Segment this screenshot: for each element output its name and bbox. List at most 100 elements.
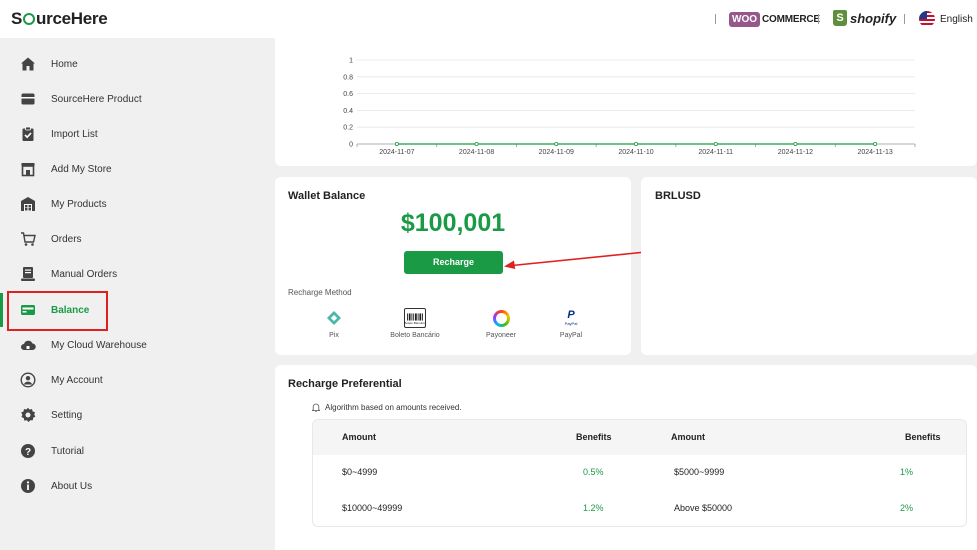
us-flag-icon xyxy=(919,11,935,27)
balance-highlight-box xyxy=(7,291,108,331)
table-cell: $5000~9999 xyxy=(674,467,725,477)
sidebar-item-manual-orders[interactable]: Manual Orders xyxy=(0,257,275,291)
table-cell: 2% xyxy=(900,503,914,513)
bell-icon xyxy=(312,403,320,412)
x-tick-label: 2024-11-12 xyxy=(778,149,813,156)
barcode-icon: Boleto Bancário xyxy=(404,308,426,328)
pix-icon xyxy=(324,308,344,328)
shopify-link[interactable]: S shopify xyxy=(833,10,896,26)
home-icon xyxy=(20,56,36,72)
x-tick-label: 2024-11-11 xyxy=(698,149,733,156)
cloud-icon xyxy=(20,337,36,353)
y-tick-label: 0 xyxy=(349,142,353,149)
header-divider xyxy=(715,14,716,24)
column-header: Amount xyxy=(342,432,376,442)
table-cell: $10000~49999 xyxy=(342,503,403,513)
balance-chart-card: 0 0.2 0.4 0.6 0.8 1 2024-11-07 2024-11-08 2024-1… xyxy=(275,38,977,166)
sidebar-item-setting[interactable]: Setting xyxy=(0,398,275,432)
y-tick-label: 0.2 xyxy=(343,125,353,132)
column-header: Benefits xyxy=(576,432,612,442)
brlusd-title: BRLUSD xyxy=(655,190,701,202)
recharge-button[interactable]: Recharge xyxy=(404,251,503,274)
boleto-icon-caption: Boleto Bancário xyxy=(404,321,426,325)
language-label: English xyxy=(940,13,973,25)
table-cell: 1% xyxy=(900,467,914,477)
recharge-preferential-table: Amount Benefits Amount Benefits $0~4999 … xyxy=(312,419,967,527)
paypal-icon: P PayPal xyxy=(561,308,581,328)
top-header: SurceHere WOO COMMERCE S shopify English… xyxy=(0,0,977,38)
sidebar-item-add-my-store[interactable]: Add My Store xyxy=(0,152,275,186)
x-tick-label: 2024-11-10 xyxy=(618,149,653,156)
paypal-icon-caption: PayPal xyxy=(564,321,578,326)
annotation-arrow-icon xyxy=(504,251,647,269)
brlusd-card: BRLUSD xyxy=(641,177,977,355)
y-tick-label: 1 xyxy=(349,58,353,65)
shopify-logo-text: shopify xyxy=(850,10,897,26)
data-point xyxy=(633,142,638,147)
active-indicator xyxy=(0,293,3,327)
data-point xyxy=(793,142,798,147)
svg-text:?: ? xyxy=(25,447,31,458)
sidebar-item-my-cloud-warehouse[interactable]: My Cloud Warehouse xyxy=(0,328,275,362)
data-point xyxy=(713,142,718,147)
column-header: Amount xyxy=(671,432,705,442)
header-divider xyxy=(818,14,819,24)
x-tick-label: 2024-11-13 xyxy=(857,149,892,156)
recharge-preferential-title: Recharge Preferential xyxy=(288,378,402,390)
data-point xyxy=(394,142,399,147)
recharge-method-label: Recharge Method xyxy=(288,288,352,297)
shopify-bag-icon: S xyxy=(833,10,847,26)
x-tick-label: 2024-11-09 xyxy=(539,149,574,156)
x-tick-label: 2024-11-07 xyxy=(379,149,414,156)
sidebar-item-my-products[interactable]: My Products xyxy=(0,187,275,221)
header-divider xyxy=(904,14,905,24)
x-tick-label: 2024-11-08 xyxy=(459,149,494,156)
language-selector[interactable]: English ▼ xyxy=(919,11,977,27)
info-icon xyxy=(20,478,36,494)
sidebar-item-home[interactable]: Home xyxy=(0,47,275,81)
recharge-method-paypal[interactable]: P PayPal PayPal xyxy=(536,308,606,340)
logo-ring-icon xyxy=(23,13,36,25)
recharge-preferential-card: Recharge Preferential Algorithm based on… xyxy=(275,365,977,550)
clipboard-check-icon xyxy=(20,126,36,142)
column-header: Benefits xyxy=(905,432,941,442)
question-icon: ? xyxy=(20,443,36,459)
data-point xyxy=(474,142,479,147)
warehouse-icon xyxy=(20,196,36,212)
y-tick-label: 0.4 xyxy=(343,108,353,115)
y-tick-label: 0.6 xyxy=(343,91,353,98)
sidebar-item-my-account[interactable]: My Account xyxy=(0,363,275,397)
woocommerce-logo-text: COMMERCE xyxy=(762,14,820,25)
product-icon xyxy=(20,91,36,107)
table-cell: 1.2% xyxy=(583,503,604,513)
payoneer-icon xyxy=(491,308,511,328)
sidebar-item-import-list[interactable]: Import List xyxy=(0,117,275,151)
manual-order-icon xyxy=(20,266,36,282)
recharge-method-payoneer[interactable]: Payoneer xyxy=(466,308,536,339)
sourcehere-logo[interactable]: SurceHere xyxy=(11,9,108,29)
wallet-balance-title: Wallet Balance xyxy=(288,190,366,202)
cart-icon xyxy=(20,231,36,247)
sidebar-item-tutorial[interactable]: ? Tutorial xyxy=(0,434,275,468)
table-cell: $0~4999 xyxy=(342,467,378,477)
sidebar-item-about-us[interactable]: About Us xyxy=(0,469,275,503)
data-point xyxy=(873,142,878,147)
sidebar-item-sourcehere-product[interactable]: SourceHere Product xyxy=(0,82,275,116)
balance-line-chart: 0 0.2 0.4 0.6 0.8 1 2024-11-07 2024-11-08 2024-1… xyxy=(343,58,916,156)
table-cell: 0.5% xyxy=(583,467,604,477)
recharge-method-boleto[interactable]: Boleto Bancário Boleto Bancário xyxy=(380,308,450,339)
recharge-method-pix[interactable]: Pix xyxy=(299,308,369,339)
woocommerce-logo-badge: WOO xyxy=(729,12,760,27)
gear-icon xyxy=(20,407,36,423)
paypal-monogram: P xyxy=(567,309,575,321)
table-cell: Above $50000 xyxy=(674,503,733,513)
y-tick-label: 0.8 xyxy=(343,74,353,81)
algorithm-notice: Algorithm based on amounts received. xyxy=(312,403,462,412)
wallet-balance-amount: $100,001 xyxy=(400,209,506,237)
sidebar-item-orders[interactable]: Orders xyxy=(0,222,275,256)
data-point xyxy=(554,142,559,147)
user-icon xyxy=(20,372,36,388)
store-icon xyxy=(20,161,36,177)
woocommerce-link[interactable]: WOO COMMERCE xyxy=(729,12,820,27)
table-header: Amount Benefits Amount Benefits xyxy=(313,420,966,455)
